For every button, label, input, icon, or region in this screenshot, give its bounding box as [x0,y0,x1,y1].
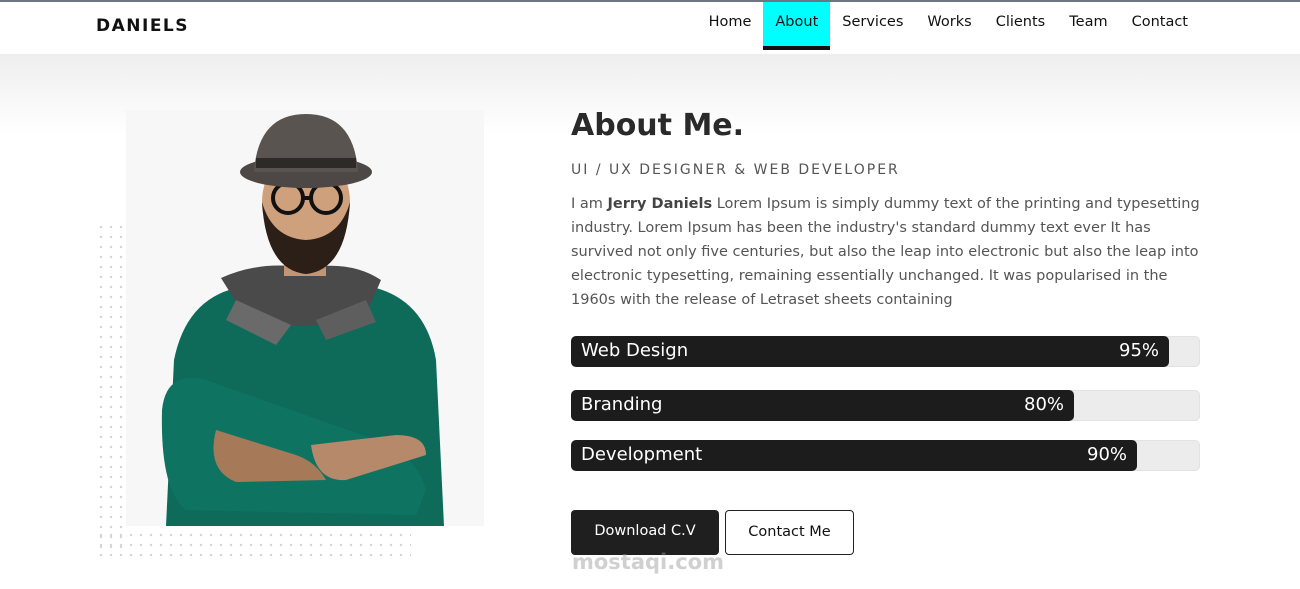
nav-about[interactable]: About [763,2,831,50]
person-name: Jerry Daniels [607,196,713,212]
skill-bar-development: Development 90% [571,440,1200,471]
about-subtitle: UI / UX DESIGNER & WEB DEVELOPER [571,162,900,178]
nav-services[interactable]: Services [830,2,915,50]
site-header: DANIELS Home About Services Works Client… [0,2,1300,54]
nav-works[interactable]: Works [915,2,983,50]
nav-team[interactable]: Team [1057,2,1119,50]
dot-pattern-horizontal [96,530,411,558]
skill-bar-branding: Branding 80% [571,390,1200,421]
main-nav: Home About Services Works Clients Team C… [697,2,1200,50]
contact-me-button[interactable]: Contact Me [725,510,854,555]
nav-clients[interactable]: Clients [984,2,1058,50]
site-logo[interactable]: DANIELS [96,16,189,36]
skill-label: Branding [581,394,663,415]
nav-contact[interactable]: Contact [1120,2,1200,50]
download-cv-button[interactable]: Download C.V [571,510,719,555]
about-title: About Me. [571,108,745,143]
skill-bar-web-design: Web Design 95% [571,336,1200,367]
nav-home[interactable]: Home [697,2,764,50]
skill-percent: 90% [1087,444,1128,465]
profile-photo [126,110,484,526]
watermark: mostaqi.com [572,550,724,574]
intro-body: Lorem Ipsum is simply dummy text of the … [571,196,1200,308]
skill-percent: 95% [1119,340,1160,361]
skill-percent: 80% [1024,394,1065,415]
about-description: I am Jerry Daniels Lorem Ipsum is simply… [571,192,1201,312]
skill-label: Web Design [581,340,689,361]
person-illustration [161,114,444,526]
intro-prefix: I am [571,196,608,212]
dot-pattern-vertical [96,222,124,552]
skill-label: Development [581,444,703,465]
